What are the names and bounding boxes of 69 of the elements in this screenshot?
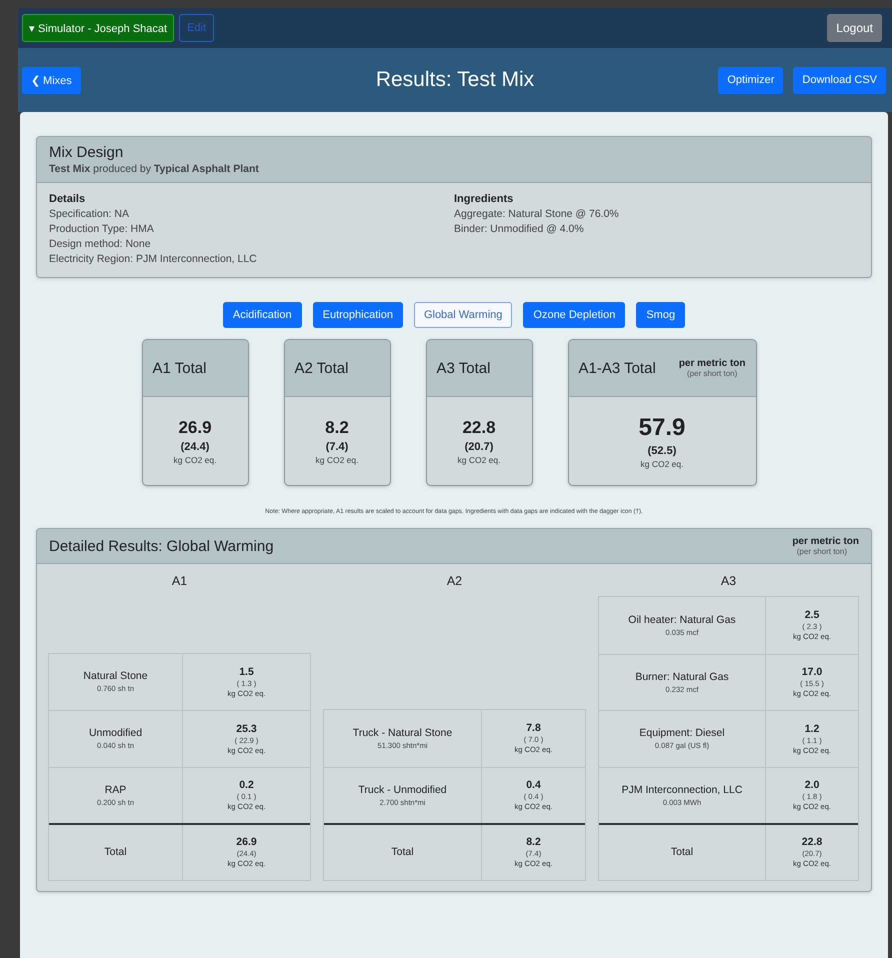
emission-value: 17.0 bbox=[802, 666, 822, 678]
impact-tab[interactable]: Acidification bbox=[222, 302, 302, 328]
unit-label: kg CO2 eq. bbox=[458, 454, 500, 464]
total-value: 8.2 bbox=[325, 418, 349, 438]
emission-value: 22.8 bbox=[802, 836, 822, 848]
card-title: A1-A3 Total bbox=[578, 360, 656, 376]
total-label: Total bbox=[670, 846, 694, 858]
basis-sublabel: (per short ton) bbox=[687, 369, 738, 378]
detail-line: Production Type: HMA bbox=[49, 223, 155, 235]
card-title: A1 Total bbox=[152, 360, 206, 376]
impact-tab[interactable]: Global Warming bbox=[414, 302, 512, 328]
total-value: 26.9 bbox=[178, 418, 212, 438]
page-title: Results: Test Mix bbox=[376, 68, 534, 91]
emission-value: 2.5 bbox=[804, 609, 820, 622]
basis-sublabel: (per short ton) bbox=[796, 547, 847, 556]
unit-label: kg CO2 eq. bbox=[174, 454, 216, 464]
back-button[interactable]: ❮ Mixes bbox=[22, 66, 81, 94]
total-value: 22.8 bbox=[462, 418, 496, 438]
source-name: PJM Interconnection, LLC bbox=[622, 784, 742, 796]
short-ton-value: (24.4) bbox=[180, 440, 210, 452]
stage-heading: A3 bbox=[720, 574, 738, 588]
emission-value: 26.9 bbox=[236, 836, 257, 848]
mix-subtitle: Test Mix produced by Typical Asphalt Plant bbox=[49, 163, 259, 175]
detail-line: Specification: NA bbox=[49, 208, 130, 220]
emission-value: 0.4 bbox=[526, 779, 541, 792]
total-label: Total bbox=[391, 846, 414, 858]
unit-label: kg CO2 eq. bbox=[640, 458, 684, 468]
total-value: 57.9 bbox=[638, 414, 686, 442]
detail-line: Design method: None bbox=[49, 238, 152, 250]
source-name: Truck - Natural Stone bbox=[352, 726, 452, 739]
source-name: Natural Stone bbox=[83, 670, 148, 682]
emission-value: 2.0 bbox=[804, 779, 820, 792]
short-ton-value: (7.4) bbox=[326, 440, 348, 452]
total-label: Total bbox=[104, 846, 127, 858]
basis-label: per metric ton bbox=[678, 358, 746, 369]
emission-value: 1.2 bbox=[804, 722, 820, 735]
short-ton-value: (52.5) bbox=[648, 444, 676, 456]
header-button[interactable]: Optimizer bbox=[718, 66, 784, 94]
card-title: Mix Design bbox=[49, 144, 124, 161]
detail-line: Electricity Region: PJM Interconnection, LLC bbox=[49, 253, 258, 265]
short-ton-value: (20.7) bbox=[464, 440, 494, 452]
source-name: Truck - Unmodified bbox=[358, 784, 447, 796]
source-name: RAP bbox=[104, 784, 126, 796]
emission-value: 0.2 bbox=[239, 779, 254, 792]
stage-heading: A1 bbox=[170, 574, 188, 588]
simulator-menu-button[interactable]: ▾ Simulator - Joseph Shacat bbox=[22, 14, 174, 42]
source-name: Equipment: Diesel bbox=[639, 727, 725, 740]
emission-value: 1.5 bbox=[239, 666, 254, 678]
section-heading: Ingredients bbox=[454, 193, 514, 205]
card-title: A2 Total bbox=[294, 360, 348, 376]
source-name: Oil heater: Natural Gas bbox=[628, 614, 736, 626]
section-heading: Details bbox=[49, 193, 86, 205]
impact-tab[interactable]: Smog bbox=[636, 302, 686, 328]
card-title: A3 Total bbox=[436, 360, 490, 376]
header-button[interactable]: Download CSV bbox=[793, 66, 886, 94]
basis-label: per metric ton bbox=[792, 536, 859, 547]
card-title: Detailed Results: Global Warming bbox=[49, 538, 274, 554]
source-name: Burner: Natural Gas bbox=[635, 670, 729, 683]
unit-label: kg CO2 eq. bbox=[316, 454, 358, 464]
impact-tab[interactable]: Ozone Depletion bbox=[523, 302, 626, 328]
stage-heading: A2 bbox=[446, 574, 464, 588]
detail-line: Aggregate: Natural Stone @ 76.0% bbox=[454, 208, 620, 220]
detail-line: Binder: Unmodified @ 4.0% bbox=[454, 223, 585, 235]
logout-button[interactable]: Logout bbox=[827, 14, 882, 42]
emission-value: 7.8 bbox=[526, 722, 541, 734]
source-name: Unmodified bbox=[88, 727, 142, 740]
emission-value: 25.3 bbox=[236, 722, 257, 735]
emission-value: 8.2 bbox=[526, 836, 541, 848]
impact-tab[interactable]: Eutrophication bbox=[312, 302, 403, 328]
